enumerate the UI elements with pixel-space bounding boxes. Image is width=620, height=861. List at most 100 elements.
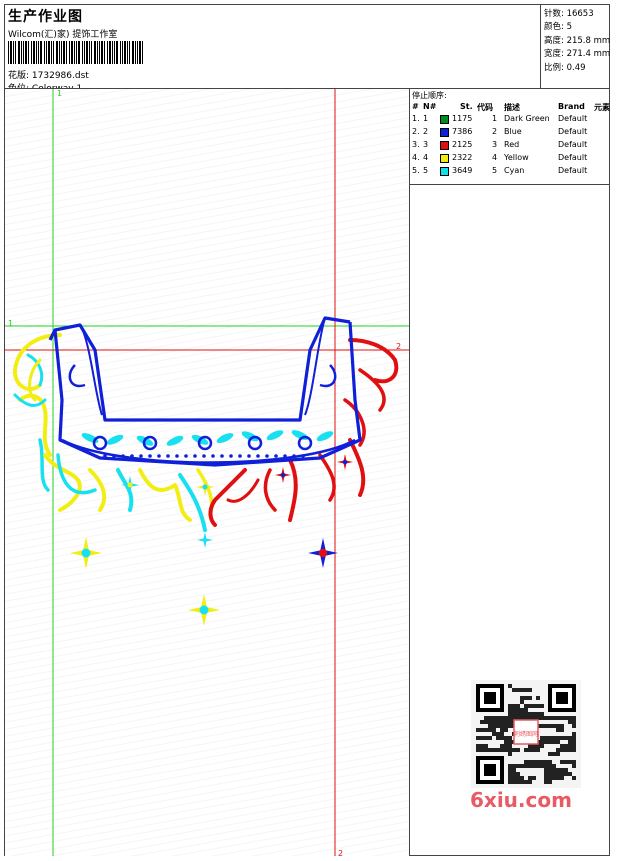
yellow-star (199, 605, 209, 615)
stat-scale: 比例: 0.49 (544, 63, 586, 73)
col-code: 代码 (477, 103, 493, 112)
embroidery-canvas: 1 1 2 2 (5, 89, 409, 856)
row-stitches: 7386 (452, 127, 473, 136)
stop-sequence-title: 停止顺序: (412, 91, 447, 100)
design-file: 1732986.dst (31, 71, 89, 81)
row-brand: Default (558, 153, 588, 162)
blue-dot (229, 454, 233, 458)
color-swatch (440, 167, 449, 176)
red-scroll (288, 458, 298, 522)
blue-dot (283, 454, 287, 458)
col-st: St. (460, 102, 473, 111)
blue-dot (265, 454, 269, 458)
stop-sequence-header: # N# St. 代码 描述 Brand 元素 (410, 102, 610, 113)
col-brand: Brand (558, 102, 585, 111)
cyan-leaf (216, 433, 234, 444)
row-description: Blue (504, 127, 522, 136)
stat-stitches: 针数: 16653 (544, 9, 594, 19)
yellow-star (81, 548, 91, 558)
company-name: Wilcom(汇)家) 提饰工作室 (8, 30, 118, 40)
blue-dot (130, 454, 134, 458)
small-star (127, 482, 133, 488)
blue-dot (193, 454, 197, 458)
stop-row: 1. 1 1175 1 Dark Green Default (410, 114, 610, 126)
blue-dot (292, 454, 296, 458)
row-n: 1 (423, 114, 429, 123)
row-index: 5. (412, 166, 420, 175)
cyan-leaf (166, 435, 184, 446)
small-star (342, 459, 348, 465)
row-brand: Default (558, 140, 588, 149)
blue-dot (103, 454, 107, 458)
color-swatch (440, 115, 449, 124)
page-title: 生产作业图 (8, 9, 83, 25)
col-desc: 描述 (504, 103, 520, 112)
row-n: 5 (423, 166, 429, 175)
cyan-scroll (56, 453, 97, 495)
blue-dot (184, 454, 188, 458)
blue-dot (175, 454, 179, 458)
blue-dot (157, 454, 161, 458)
row-code: 3 (492, 140, 498, 149)
row-index: 1. (412, 114, 420, 123)
guide-label: 2 (396, 342, 401, 351)
stop-row: 2. 2 7386 2 Blue Default (410, 127, 610, 139)
col-n: N# (423, 102, 437, 111)
row-description: Dark Green (504, 114, 550, 123)
watermark: 6xiu.com (470, 788, 572, 812)
row-stitches: 2322 (452, 153, 473, 162)
red-scroll (348, 438, 366, 497)
col-idx: # (412, 102, 419, 111)
small-star (197, 538, 213, 542)
design-file-line: 花版: 1732986.dst (8, 68, 89, 81)
blue-dot (121, 454, 125, 458)
production-worksheet: 生产作业图 Wilcom(汇)家) 提饰工作室 花版: 1732986.dst … (0, 0, 620, 861)
color-swatch (440, 128, 449, 137)
small-star (202, 484, 208, 490)
row-code: 2 (492, 127, 498, 136)
row-stitches: 2125 (452, 140, 473, 149)
blue-dot (211, 454, 215, 458)
row-n: 3 (423, 140, 429, 149)
stop-row: 3. 3 2125 3 Red Default (410, 140, 610, 152)
row-description: Red (504, 140, 520, 149)
small-star (280, 472, 286, 478)
stat-colors: 颜色: 5 (544, 22, 572, 32)
collar-right-curl (319, 364, 337, 388)
row-index: 4. (412, 153, 420, 162)
row-code: 4 (492, 153, 498, 162)
barcode (8, 41, 143, 64)
blue-dot (139, 454, 143, 458)
blue-dot (256, 454, 260, 458)
qr-logo-text: 刺绣图网 (514, 730, 538, 738)
row-brand: Default (558, 127, 588, 136)
stat-width: 宽度: 271.4 mm (544, 49, 611, 59)
embroidery-design: 1 1 2 2 (5, 89, 409, 856)
panel-divider (409, 88, 410, 856)
row-brand: Default (558, 166, 588, 175)
row-description: Yellow (504, 153, 529, 162)
blue-dot (274, 454, 278, 458)
blue-dot (202, 454, 206, 458)
red-scroll (348, 338, 399, 384)
color-swatch (440, 154, 449, 163)
blue-dot (166, 454, 170, 458)
blue-dot (148, 454, 152, 458)
blue-dot (247, 454, 251, 458)
cyan-scroll (178, 473, 207, 532)
blue-dot (220, 454, 224, 458)
row-code: 5 (492, 166, 498, 175)
design-stats: 针数: 16653 颜色: 5 高度: 215.8 mm 宽度: 271.4 m… (540, 4, 611, 88)
row-index: 3. (412, 140, 420, 149)
blue-star (318, 548, 328, 558)
cyan-leaf (316, 431, 334, 442)
stop-row: 4. 4 2322 4 Yellow Default (410, 153, 610, 165)
cyan-leaf (106, 434, 124, 445)
blue-dot (238, 454, 242, 458)
red-scroll (358, 368, 386, 412)
stat-height: 高度: 215.8 mm (544, 36, 611, 46)
color-swatch (440, 141, 449, 150)
guide-label: 1 (8, 319, 13, 328)
row-code: 1 (492, 114, 498, 123)
stop-row: 5. 5 3649 5 Cyan Default (410, 166, 610, 178)
